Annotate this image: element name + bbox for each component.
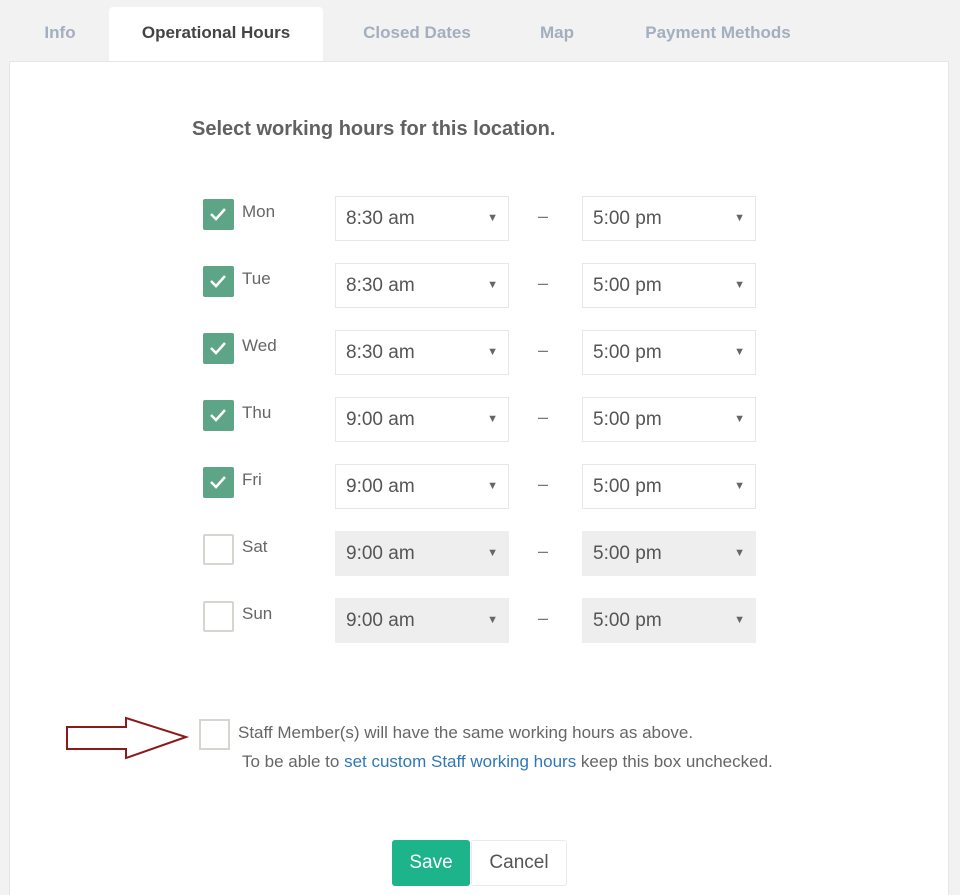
day-row: Mon 8:30 am ▼ – 5:00 pm ▼ [0,196,960,242]
tab-bar: Info Operational Hours Closed Dates Map … [0,0,960,62]
check-icon [210,275,226,288]
staff-same-hours-checkbox[interactable] [199,719,230,750]
start-time-select[interactable]: 9:00 am ▼ [335,397,509,442]
start-time-select[interactable]: 8:30 am ▼ [335,196,509,241]
start-time-value: 9:00 am [346,409,415,430]
day-label: Tue [242,269,271,288]
staff-hint-prefix: To be able to [242,752,345,771]
end-time-select[interactable]: 5:00 pm ▼ [582,330,756,375]
tab-operational-hours[interactable]: Operational Hours [109,7,323,62]
day-label: Sat [242,537,268,556]
end-time-select[interactable]: 5:00 pm ▼ [582,464,756,509]
range-separator: – [538,206,549,226]
chevron-down-icon: ▼ [487,346,498,358]
day-row: Tue 8:30 am ▼ – 5:00 pm ▼ [0,263,960,309]
range-separator: – [538,541,549,561]
end-time-value: 5:00 pm [593,476,662,497]
range-separator: – [538,340,549,360]
staff-same-hours-label: Staff Member(s) will have the same worki… [238,723,694,742]
day-checkbox[interactable] [203,601,234,632]
day-checkbox[interactable] [203,333,234,364]
day-checkbox[interactable] [203,467,234,498]
day-label: Fri [242,470,262,489]
end-time-select[interactable]: 5:00 pm ▼ [582,196,756,241]
chevron-down-icon: ▼ [487,547,498,559]
end-time-value: 5:00 pm [593,275,662,296]
day-checkbox[interactable] [203,266,234,297]
staff-hint-suffix: keep this box unchecked. [576,752,773,771]
end-time-value: 5:00 pm [593,543,662,564]
start-time-select[interactable]: 9:00 am ▼ [335,464,509,509]
chevron-down-icon: ▼ [734,279,745,291]
day-label: Wed [242,336,277,355]
day-row: Thu 9:00 am ▼ – 5:00 pm ▼ [0,397,960,443]
tab-closed-dates[interactable]: Closed Dates [345,7,489,62]
day-checkbox[interactable] [203,400,234,431]
end-time-select[interactable]: 5:00 pm ▼ [582,598,756,643]
chevron-down-icon: ▼ [487,212,498,224]
check-icon [210,409,226,422]
chevron-down-icon: ▼ [734,346,745,358]
tab-info[interactable]: Info [24,7,96,62]
check-icon [210,476,226,489]
chevron-down-icon: ▼ [734,212,745,224]
chevron-down-icon: ▼ [734,480,745,492]
start-time-select[interactable]: 9:00 am ▼ [335,598,509,643]
page-title: Select working hours for this location. [192,118,556,140]
day-row: Fri 9:00 am ▼ – 5:00 pm ▼ [0,464,960,510]
start-time-value: 9:00 am [346,543,415,564]
day-row: Sat 9:00 am ▼ – 5:00 pm ▼ [0,531,960,577]
range-separator: – [538,407,549,427]
day-label: Sun [242,604,273,623]
range-separator: – [538,608,549,628]
start-time-value: 8:30 am [346,342,415,363]
day-label: Mon [242,202,276,221]
end-time-select[interactable]: 5:00 pm ▼ [582,263,756,308]
save-button[interactable]: Save [392,840,470,886]
start-time-value: 8:30 am [346,208,415,229]
start-time-value: 9:00 am [346,476,415,497]
tab-payment-methods[interactable]: Payment Methods [628,7,808,62]
day-row: Sun 9:00 am ▼ – 5:00 pm ▼ [0,598,960,644]
chevron-down-icon: ▼ [734,614,745,626]
end-time-value: 5:00 pm [593,409,662,430]
chevron-down-icon: ▼ [487,413,498,425]
end-time-value: 5:00 pm [593,610,662,631]
end-time-value: 5:00 pm [593,342,662,363]
range-separator: – [538,273,549,293]
day-row: Wed 8:30 am ▼ – 5:00 pm ▼ [0,330,960,376]
day-checkbox[interactable] [203,534,234,565]
end-time-select[interactable]: 5:00 pm ▼ [582,397,756,442]
annotation-arrow-icon [66,716,190,760]
start-time-value: 8:30 am [346,275,415,296]
tab-map[interactable]: Map [522,7,592,62]
staff-hint: To be able to set custom Staff working h… [242,752,773,772]
range-separator: – [538,474,549,494]
check-icon [210,208,226,221]
start-time-select[interactable]: 8:30 am ▼ [335,330,509,375]
start-time-value: 9:00 am [346,610,415,631]
start-time-select[interactable]: 8:30 am ▼ [335,263,509,308]
chevron-down-icon: ▼ [734,547,745,559]
custom-staff-hours-link[interactable]: set custom Staff working hours [344,752,576,771]
day-checkbox[interactable] [203,199,234,230]
chevron-down-icon: ▼ [734,413,745,425]
chevron-down-icon: ▼ [487,279,498,291]
check-icon [210,342,226,355]
start-time-select[interactable]: 9:00 am ▼ [335,531,509,576]
cancel-button[interactable]: Cancel [471,840,567,886]
day-label: Thu [242,403,272,422]
end-time-select[interactable]: 5:00 pm ▼ [582,531,756,576]
chevron-down-icon: ▼ [487,480,498,492]
chevron-down-icon: ▼ [487,614,498,626]
end-time-value: 5:00 pm [593,208,662,229]
